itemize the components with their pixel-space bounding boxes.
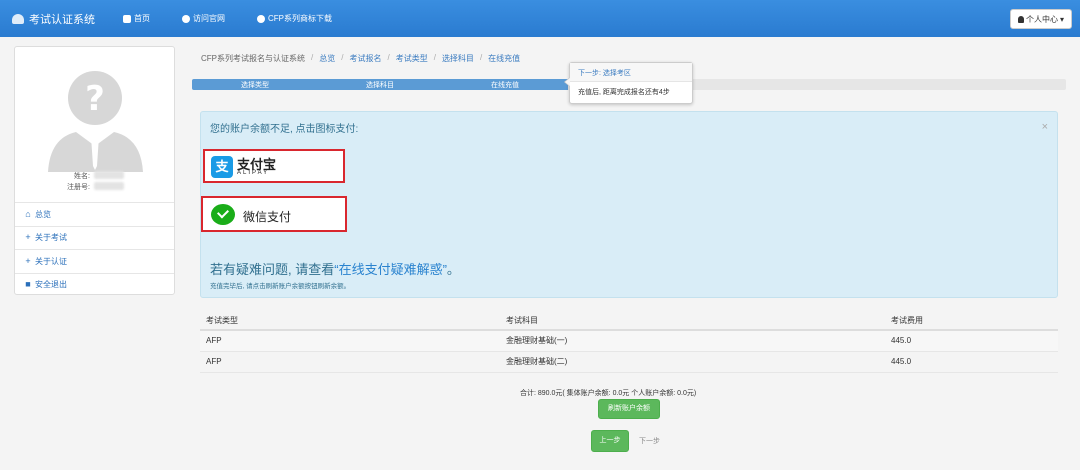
sidebar-item-about-exam[interactable]: + 关于考试 — [15, 225, 174, 250]
top-navbar: 考试认证系统 首页 访问官网 CFP系列商标下载 个人中心 ▾ — [0, 0, 1080, 37]
sidebar-item-overview[interactable]: ⌂ 总览 — [15, 202, 174, 226]
breadcrumb-separator: / — [433, 53, 436, 62]
nav-official-site[interactable]: 访问官网 — [182, 13, 225, 24]
avatar: ? — [48, 62, 143, 172]
breadcrumb-exam-type[interactable]: 考试类型 — [396, 53, 428, 64]
sidebar-menu: ⌂ 总览 + 关于考试 + 关于认证 ■ 安全退出 — [15, 202, 174, 296]
name-value-redacted — [94, 171, 124, 179]
payment-alert: 您的账户余额不足, 点击图标支付: × 支 支付宝 ALIPAY 微信支付 若有… — [200, 111, 1058, 298]
breadcrumb-separator: / — [341, 53, 344, 62]
help-prefix: 若有疑难问题, 请查看 — [210, 262, 335, 277]
alipay-sub-label: ALIPAY — [237, 170, 270, 176]
breadcrumb-select-subject[interactable]: 选择科目 — [442, 53, 474, 64]
breadcrumb-separator: / — [387, 53, 390, 62]
globe-icon — [182, 14, 190, 23]
table-row: AFP 金融理财基础(一) 445.0 — [200, 330, 1058, 352]
close-icon[interactable]: × — [1042, 121, 1048, 133]
previous-step-button[interactable]: 上一步 — [591, 430, 629, 452]
copyright-icon — [257, 14, 265, 23]
app-brand[interactable]: 考试认证系统 — [12, 11, 95, 27]
breadcrumb-separator: / — [311, 53, 314, 62]
tooltip-title: 下一步: 选择考区 — [570, 63, 692, 82]
cell-exam-subject: 金融理财基础(一) — [500, 330, 885, 352]
sidebar-item-label: 安全退出 — [35, 280, 67, 290]
cell-exam-fee: 445.0 — [885, 330, 1058, 352]
home-icon — [123, 14, 131, 23]
total-summary: 合计: 890.0元( 集体账户余额: 0.0元 个人账户余额: 0.0元) — [520, 390, 697, 397]
payment-faq-link[interactable]: “在线支付疑难解惑” — [334, 262, 447, 277]
cell-exam-fee: 445.0 — [885, 351, 1058, 373]
nav-official-site-label: 访问官网 — [193, 14, 225, 23]
caret-down-icon: ▾ — [1059, 14, 1064, 24]
step-select-subject: 选择科目 — [366, 82, 394, 89]
user-center-label: 个人中心 — [1025, 14, 1058, 24]
refresh-balance-button[interactable]: 刷新账户余额 — [598, 399, 660, 419]
breadcrumb: CFP系列考试报名与认证系统 / 总览 / 考试报名 / 考试类型 / 选择科目… — [201, 53, 520, 64]
wechat-pay-label: 微信支付 — [243, 210, 292, 224]
refresh-note: 充值完毕后, 请点击刷新账户余额按钮刷新余额。 — [210, 283, 351, 290]
column-header-exam-fee: 考试费用 — [885, 312, 1058, 331]
breadcrumb-separator: / — [479, 53, 483, 62]
user-icon — [1017, 15, 1024, 23]
help-text: 若有疑难问题, 请查看“在线支付疑难解惑”。 — [210, 259, 460, 278]
nav-home-label: 首页 — [134, 14, 150, 23]
next-step-button[interactable]: 下一步 — [639, 436, 660, 446]
table-header-row: 考试类型 考试科目 考试费用 — [200, 312, 1058, 331]
lock-icon: ■ — [25, 279, 31, 290]
plus-icon: + — [25, 255, 31, 266]
breadcrumb-online-recharge[interactable]: 在线充值 — [488, 53, 520, 64]
alipay-button[interactable]: 支 支付宝 ALIPAY — [203, 149, 345, 183]
sidebar-item-label: 总览 — [35, 209, 51, 219]
sidebar-item-label: 关于考试 — [35, 233, 67, 243]
graduation-cap-icon — [12, 14, 24, 24]
user-center-dropdown[interactable]: 个人中心 ▾ — [1010, 9, 1072, 29]
cell-exam-type: AFP — [200, 330, 500, 352]
sidebar-item-logout[interactable]: ■ 安全退出 — [15, 272, 174, 297]
insufficient-balance-message: 您的账户余额不足, 点击图标支付: — [210, 124, 359, 135]
breadcrumb-exam-registration[interactable]: 考试报名 — [349, 53, 381, 64]
registration-value-redacted — [94, 182, 124, 190]
nav-trademark-download-label: CFP系列商标下载 — [268, 14, 332, 23]
nav-home[interactable]: 首页 — [123, 13, 150, 24]
cell-exam-type: AFP — [200, 351, 500, 373]
sidebar-item-about-certification[interactable]: + 关于认证 — [15, 249, 174, 273]
column-header-exam-subject: 考试科目 — [500, 312, 885, 331]
step-select-type: 选择类型 — [241, 82, 269, 89]
avatar-placeholder-icon: ? — [48, 71, 143, 172]
alipay-logo-icon: 支 — [211, 156, 233, 178]
app-title: 考试认证系统 — [29, 14, 95, 26]
table-row: AFP 金融理财基础(二) 445.0 — [200, 351, 1058, 373]
sidebar-item-label: 关于认证 — [35, 256, 67, 266]
profile-panel: ? 姓名: 注册号: ⌂ 总览 + 关于考试 + 关于认证 ■ 安全退出 — [14, 46, 175, 295]
column-header-exam-type: 考试类型 — [200, 312, 500, 331]
help-suffix: 。 — [446, 262, 460, 277]
wechat-pay-logo-icon — [211, 204, 235, 225]
cell-exam-subject: 金融理财基础(二) — [500, 351, 885, 373]
wechat-pay-button[interactable]: 微信支付 — [201, 196, 347, 232]
svg-text:?: ? — [85, 79, 105, 119]
plus-icon: + — [25, 232, 31, 243]
registration-label: 注册号: — [67, 184, 90, 191]
fee-table: 考试类型 考试科目 考试费用 AFP 金融理财基础(一) 445.0 AFP 金… — [200, 312, 1058, 373]
tooltip-body: 充值后, 距离完成报名还有4步 — [578, 89, 670, 96]
next-step-tooltip: 下一步: 选择考区 充值后, 距离完成报名还有4步 — [564, 62, 693, 104]
home-icon: ⌂ — [25, 208, 31, 219]
breadcrumb-root: CFP系列考试报名与认证系统 — [201, 54, 305, 63]
step-online-recharge: 在线充值 — [491, 82, 519, 89]
breadcrumb-overview[interactable]: 总览 — [319, 53, 335, 64]
name-label: 姓名: — [74, 173, 90, 180]
nav-trademark-download[interactable]: CFP系列商标下载 — [257, 13, 332, 24]
